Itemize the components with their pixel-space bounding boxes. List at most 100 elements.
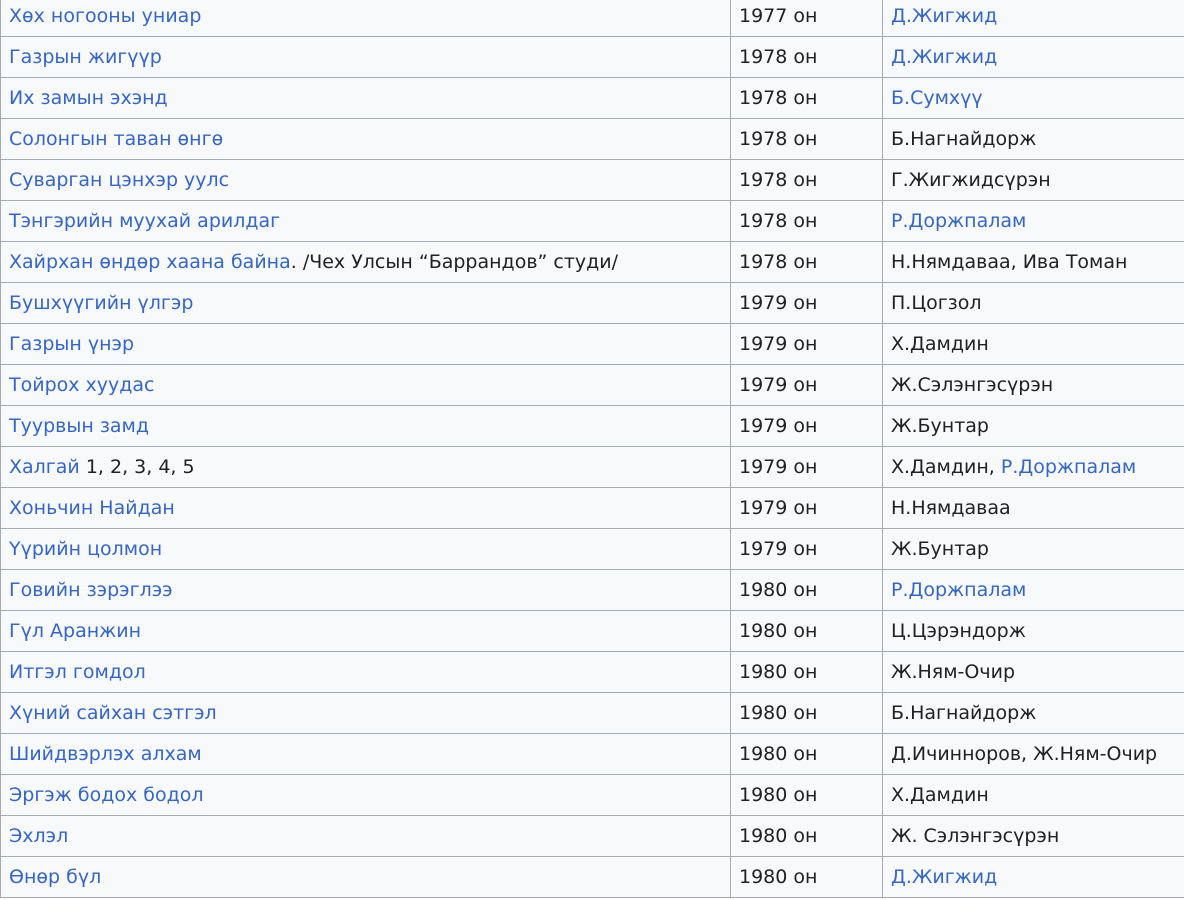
- film-title-link[interactable]: Шийдвэрлэх алхам: [9, 743, 202, 765]
- film-title-link[interactable]: Суварган цэнхэр уулс: [9, 169, 229, 191]
- director-cell: Н.Нямдаваа, Ива Томан: [882, 241, 1184, 283]
- director-cell: Ц.Цэрэндорж: [882, 610, 1184, 652]
- table-row: Хайрхан өндөр хаана байна. /Чех Улсын “Б…: [0, 241, 1184, 283]
- year-cell: 1980 он: [730, 815, 883, 857]
- director-cell: Р.Доржпалам: [882, 569, 1184, 611]
- film-title-link[interactable]: Тэнгэрийн муухай арилдаг: [9, 210, 280, 232]
- film-title-link[interactable]: Газрын жигүүр: [9, 46, 162, 68]
- director-cell: Ж. Сэлэнгэсүрэн: [882, 815, 1184, 857]
- film-title-link[interactable]: Туурвын замд: [9, 415, 149, 437]
- director-text: Ж.Бунтар: [891, 538, 989, 560]
- director-cell: Ж.Бунтар: [882, 528, 1184, 570]
- director-cell: Ж.Ням-Очир: [882, 651, 1184, 693]
- film-title-link[interactable]: Их замын эхэнд: [9, 87, 168, 109]
- director-text: Ж.Сэлэнгэсүрэн: [891, 374, 1054, 396]
- director-cell: П.Цогзол: [882, 282, 1184, 324]
- year-cell: 1979 он: [730, 446, 883, 488]
- director-link[interactable]: Б.Сумхүү: [891, 87, 983, 109]
- film-title-cell: Их замын эхэнд: [0, 77, 731, 119]
- year-cell: 1979 он: [730, 364, 883, 406]
- year-cell: 1980 он: [730, 774, 883, 816]
- year-cell: 1978 он: [730, 200, 883, 242]
- year-cell: 1979 он: [730, 405, 883, 447]
- year-cell: 1980 он: [730, 651, 883, 693]
- year-cell: 1978 он: [730, 118, 883, 160]
- film-title-cell: Өнөр бүл: [0, 856, 731, 898]
- film-title-link[interactable]: Эхлэл: [9, 825, 68, 847]
- film-title-cell: Туурвын замд: [0, 405, 731, 447]
- director-text: Б.Нагнайдорж: [891, 128, 1037, 150]
- film-title-cell: Эхлэл: [0, 815, 731, 857]
- film-title-link[interactable]: Хөх ногооны униар: [9, 5, 201, 27]
- film-title-link[interactable]: Итгэл гомдол: [9, 661, 146, 683]
- table-row: Их замын эхэнд 1978 он Б.Сумхүү: [0, 77, 1184, 119]
- director-cell: Д.Ичинноров, Ж.Ням-Очир: [882, 733, 1184, 775]
- director-link[interactable]: Р.Доржпалам: [1001, 456, 1136, 478]
- film-title-link[interactable]: Эргэж бодох бодол: [9, 784, 204, 806]
- director-cell: Д.Жигжид: [882, 36, 1184, 78]
- film-title-link[interactable]: Хайрхан өндөр хаана байна: [9, 251, 291, 273]
- film-title-cell: Хөх ногооны униар: [0, 0, 731, 37]
- year-cell: 1978 он: [730, 36, 883, 78]
- director-link[interactable]: Д.Жигжид: [891, 5, 997, 27]
- film-title-link[interactable]: Хоньчин Найдан: [9, 497, 175, 519]
- film-title-link[interactable]: Газрын үнэр: [9, 333, 134, 355]
- director-link[interactable]: Р.Доржпалам: [891, 210, 1026, 232]
- director-text: Г.Жигжидсүрэн: [891, 169, 1051, 191]
- table-row: Туурвын замд 1979 он Ж.Бунтар: [0, 405, 1184, 447]
- year-cell: 1980 он: [730, 856, 883, 898]
- director-cell: Ж.Бунтар: [882, 405, 1184, 447]
- film-title-link[interactable]: Үүрийн цолмон: [9, 538, 162, 560]
- table-row: Бушхүүгийн үлгэр 1979 он П.Цогзол: [0, 282, 1184, 324]
- table-row: Хүний сайхан сэтгэл 1980 он Б.Нагнайдорж: [0, 692, 1184, 734]
- films-table-body: Хөх ногооны униар 1977 он Д.Жигжид Газрын ж…: [0, 0, 1184, 898]
- director-link[interactable]: Д.Жигжид: [891, 866, 997, 888]
- table-row: Итгэл гомдол 1980 он Ж.Ням-Очир: [0, 651, 1184, 693]
- film-title-link[interactable]: Хүний сайхан сэтгэл: [9, 702, 217, 724]
- director-text: Ж.Ням-Очир: [891, 661, 1016, 683]
- table-row: Эхлэл 1980 он Ж. Сэлэнгэсүрэн: [0, 815, 1184, 857]
- film-title-cell: Шийдвэрлэх алхам: [0, 733, 731, 775]
- film-title-link[interactable]: Бушхүүгийн үлгэр: [9, 292, 193, 314]
- film-title-cell: Эргэж бодох бодол: [0, 774, 731, 816]
- film-title-link[interactable]: Говийн зэрэглээ: [9, 579, 173, 601]
- film-title-cell: Үүрийн цолмон: [0, 528, 731, 570]
- film-title-cell: Халгай 1, 2, 3, 4, 5: [0, 446, 731, 488]
- table-row: Шийдвэрлэх алхам 1980 он Д.Ичинноров, Ж.Ня…: [0, 733, 1184, 775]
- film-title-link[interactable]: Гүл Аранжин: [9, 620, 141, 642]
- year-cell: 1979 он: [730, 323, 883, 365]
- film-title-link[interactable]: Тойрох хуудас: [9, 374, 155, 396]
- director-text: Н.Нямдаваа: [891, 497, 1011, 519]
- table-row: Суварган цэнхэр уулс 1978 он Г.Жигжидсүрэн: [0, 159, 1184, 201]
- director-cell: Х.Дамдин, Р.Доржпалам: [882, 446, 1184, 488]
- director-link[interactable]: Д.Жигжид: [891, 46, 997, 68]
- year-cell: 1978 он: [730, 241, 883, 283]
- director-text: П.Цогзол: [891, 292, 982, 314]
- director-cell: Б.Нагнайдорж: [882, 118, 1184, 160]
- film-title-cell: Хайрхан өндөр хаана байна. /Чех Улсын “Б…: [0, 241, 731, 283]
- film-note-text: . /Чех Улсын “Баррандов” студи/: [290, 251, 619, 273]
- director-cell: Ж.Сэлэнгэсүрэн: [882, 364, 1184, 406]
- film-title-cell: Хүний сайхан сэтгэл: [0, 692, 731, 734]
- film-title-cell: Тойрох хуудас: [0, 364, 731, 406]
- film-title-link[interactable]: Өнөр бүл: [9, 866, 101, 888]
- director-cell: Б.Нагнайдорж: [882, 692, 1184, 734]
- director-text: Ж. Сэлэнгэсүрэн: [891, 825, 1060, 847]
- director-text: Б.Нагнайдорж: [891, 702, 1037, 724]
- director-cell: Н.Нямдаваа: [882, 487, 1184, 529]
- director-text: Ц.Цэрэндорж: [891, 620, 1026, 642]
- table-row: Халгай 1, 2, 3, 4, 5 1979 он Х.Дамдин, Р.Д…: [0, 446, 1184, 488]
- director-cell: Р.Доржпалам: [882, 200, 1184, 242]
- table-row: Говийн зэрэглээ 1980 он Р.Доржпалам: [0, 569, 1184, 611]
- director-link[interactable]: Р.Доржпалам: [891, 579, 1026, 601]
- film-note-text: 1, 2, 3, 4, 5: [79, 456, 195, 478]
- table-row: Эргэж бодох бодол 1980 он Х.Дамдин: [0, 774, 1184, 816]
- film-title-cell: Газрын жигүүр: [0, 36, 731, 78]
- table-row: Гүл Аранжин 1980 он Ц.Цэрэндорж: [0, 610, 1184, 652]
- film-title-cell: Суварган цэнхэр уулс: [0, 159, 731, 201]
- director-text: Д.Ичинноров, Ж.Ням-Очир: [891, 743, 1158, 765]
- film-title-link[interactable]: Халгай: [9, 456, 80, 478]
- film-title-link[interactable]: Солонгын таван өнгө: [9, 128, 223, 150]
- year-cell: 1978 он: [730, 159, 883, 201]
- table-row: Газрын үнэр 1979 он Х.Дамдин: [0, 323, 1184, 365]
